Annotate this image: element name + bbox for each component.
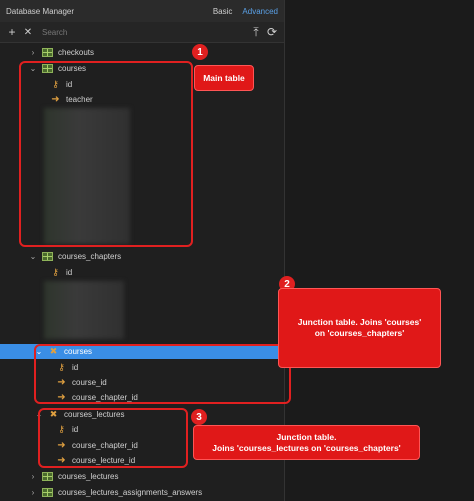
tree-item-checkouts[interactable]: › checkouts (0, 45, 284, 60)
table-icon (42, 252, 53, 261)
tree-item-label: courses_lectures (58, 472, 119, 481)
toolbar: + ✕ ⤒ ⟳ (0, 22, 284, 43)
tree-item-courses-chapters[interactable]: ⌄ courses_chapters (0, 249, 284, 264)
mode-advanced-tab[interactable]: Advanced (242, 7, 278, 16)
chevron-down-icon[interactable]: ⌄ (28, 252, 38, 261)
upload-icon[interactable]: ⤒ (248, 24, 264, 40)
callout-text-line2: on 'courses_chapters' (314, 328, 405, 338)
field-label: id (66, 268, 73, 277)
annotation-badge-3: 3 (191, 409, 207, 425)
refresh-icon[interactable]: ⟳ (264, 24, 280, 40)
annotation-callout-main-table: Main table (194, 65, 254, 91)
tree-item-courses-lectures-table[interactable]: › courses_lectures (0, 469, 284, 484)
annotation-box-junction-courses (34, 344, 291, 404)
callout-text-line1: Junction table. Joins 'courses' (297, 317, 422, 327)
panel-title: Database Manager (6, 6, 75, 16)
tree-item-assignments-answers[interactable]: › courses_lectures_assignments_answers (0, 485, 284, 500)
key-icon: ⚷ (52, 267, 59, 277)
mode-basic-tab[interactable]: Basic (213, 7, 233, 16)
titlebar: Database Manager Basic Advanced (0, 0, 284, 22)
table-icon (42, 48, 53, 57)
annotation-box-courses-lectures (38, 408, 188, 468)
table-icon (42, 488, 53, 497)
tree-item-label: courses_chapters (58, 252, 122, 261)
tree-item-label: courses_lectures_assignments_answers (58, 488, 203, 497)
callout-text-line2: Joins 'courses_lectures on 'courses_chap… (212, 442, 401, 453)
chevron-right-icon[interactable]: › (28, 488, 38, 497)
tree-item-chapters-id[interactable]: ⚷ id (0, 265, 284, 280)
callout-text: Main table (203, 72, 245, 83)
table-icon (42, 472, 53, 481)
callout-text-line1: Junction table. (276, 431, 337, 442)
add-icon[interactable]: + (4, 24, 20, 40)
annotation-badge-1: 1 (192, 44, 208, 60)
annotation-box-main-table (19, 61, 193, 247)
search-input[interactable] (42, 24, 242, 40)
close-icon[interactable]: ✕ (20, 24, 36, 40)
annotation-callout-junction-courses: Junction table. Joins 'courses' on 'cour… (278, 288, 441, 368)
chevron-right-icon[interactable]: › (28, 48, 38, 57)
tree-item-label: checkouts (58, 48, 95, 57)
chevron-right-icon[interactable]: › (28, 472, 38, 481)
blurred-fields (44, 281, 124, 339)
annotation-callout-courses-lectures: Junction table. Joins 'courses_lectures … (193, 425, 420, 460)
